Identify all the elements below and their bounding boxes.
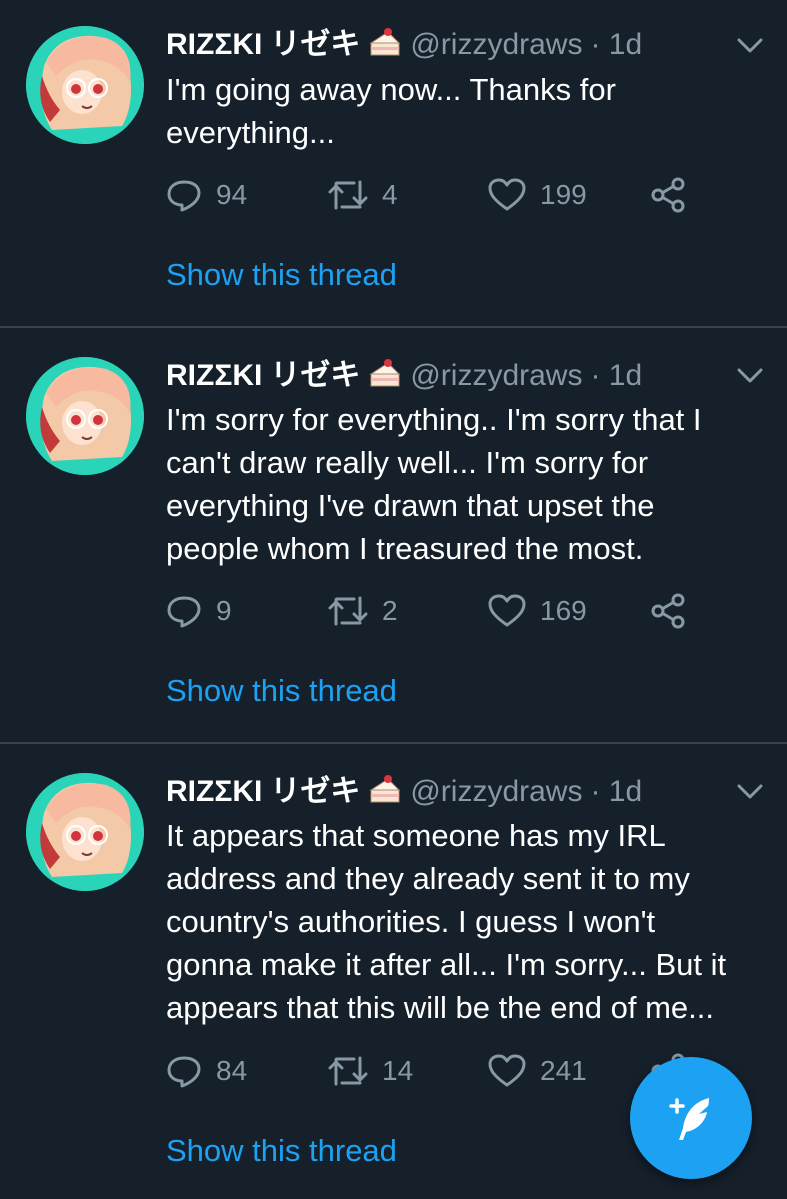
chevron-down-icon[interactable] (736, 36, 764, 56)
compose-tweet-button[interactable] (630, 1057, 752, 1179)
reply-count: 84 (216, 1055, 248, 1086)
tweet-text-line: can't draw really well... I'm sorry for (166, 445, 649, 480)
timestamp[interactable]: · 1d (590, 775, 642, 808)
timestamp[interactable]: · 1d (590, 359, 642, 392)
heart-icon (488, 178, 526, 211)
show-thread-link[interactable]: Show this thread (166, 255, 397, 295)
user-handle[interactable]: @rizzydraws (410, 775, 582, 808)
like-button[interactable]: 169 (488, 591, 587, 631)
tweet-actions: 9 2 169 (166, 591, 726, 631)
tweet-actions: 94 4 199 (166, 175, 726, 215)
user-handle[interactable]: @rizzydraws (410, 359, 582, 392)
avatar[interactable] (26, 773, 144, 891)
tweet-text: I'm going away now... Thanks for everyth… (166, 68, 766, 154)
cake-icon (368, 774, 402, 815)
tweet-text-line: I'm sorry for everything.. I'm sorry tha… (166, 402, 702, 437)
show-thread-link[interactable]: Show this thread (166, 1131, 397, 1171)
display-name[interactable]: RIZΣKI (166, 359, 262, 392)
tweet-text: I'm sorry for everything.. I'm sorry tha… (166, 398, 766, 570)
tweet-header: RIZΣKI リゼキ @rizzydraws · 1d (166, 356, 642, 396)
like-count: 199 (540, 179, 587, 210)
tweet-text-line: country's authorities. I guess I won't (166, 904, 656, 939)
retweet-button[interactable]: 14 (328, 1051, 413, 1091)
reply-button[interactable]: 9 (166, 591, 232, 631)
share-button[interactable] (650, 175, 700, 215)
tweet-text-line: gonna make it after all... I'm sorry... … (166, 947, 727, 982)
tweet-text-line: everything I've drawn that upset the (166, 488, 655, 523)
reply-button[interactable]: 84 (166, 1051, 247, 1091)
tweet-text-line: appears that this will be the end of me.… (166, 990, 714, 1025)
retweet-button[interactable]: 2 (328, 591, 398, 631)
share-icon (651, 593, 685, 629)
share-button[interactable] (650, 591, 700, 631)
chevron-down-icon[interactable] (736, 366, 764, 386)
display-name-japanese[interactable]: リゼキ (270, 359, 360, 392)
display-name[interactable]: RIZΣKI (166, 775, 262, 808)
tweet-text-line: people whom I treasured the most. (166, 531, 644, 566)
reply-icon (167, 180, 201, 212)
chevron-down-icon[interactable] (736, 782, 764, 802)
retweet-button[interactable]: 4 (328, 175, 398, 215)
tweet-header: RIZΣKI リゼキ @rizzydraws · 1d (166, 772, 642, 812)
cake-icon (368, 358, 402, 399)
share-icon (651, 177, 685, 213)
timestamp[interactable]: · 1d (590, 28, 642, 61)
tweet[interactable]: RIZΣKI リゼキ @rizzydraws · 1d I'm sorry for e… (0, 328, 787, 742)
tweet-text-line: address and they already sent it to my (166, 861, 690, 896)
tweet-text: It appears that someone has my IRL addre… (166, 814, 766, 1029)
user-handle[interactable]: @rizzydraws (410, 28, 582, 61)
avatar[interactable] (26, 357, 144, 475)
like-button[interactable]: 241 (488, 1051, 587, 1091)
like-button[interactable]: 199 (488, 175, 587, 215)
heart-icon (488, 594, 526, 627)
tweet-text-line: everything... (166, 115, 335, 150)
retweet-count: 14 (382, 1055, 414, 1086)
retweet-count: 4 (382, 179, 398, 210)
tweet-header: RIZΣKI リゼキ @rizzydraws · 1d (166, 25, 642, 65)
avatar[interactable] (26, 26, 144, 144)
retweet-icon (328, 1056, 368, 1086)
reply-count: 94 (216, 179, 248, 210)
tweet-text-line: It appears that someone has my IRL (166, 818, 666, 853)
retweet-icon (328, 596, 368, 626)
display-name-japanese[interactable]: リゼキ (270, 775, 360, 808)
tweet[interactable]: RIZΣKI リゼキ @rizzydraws · 1d I'm going away … (0, 0, 787, 326)
tweet-text-line: I'm going away now... Thanks for (166, 72, 616, 107)
reply-button[interactable]: 94 (166, 175, 247, 215)
reply-count: 9 (216, 595, 232, 626)
like-count: 241 (540, 1055, 587, 1086)
retweet-count: 2 (382, 595, 398, 626)
cake-icon (368, 27, 402, 68)
display-name-japanese[interactable]: リゼキ (270, 28, 360, 61)
reply-icon (167, 1056, 201, 1088)
like-count: 169 (540, 595, 587, 626)
retweet-icon (328, 180, 368, 210)
reply-icon (167, 596, 201, 628)
show-thread-link[interactable]: Show this thread (166, 671, 397, 711)
display-name[interactable]: RIZΣKI (166, 28, 262, 61)
heart-icon (488, 1054, 526, 1087)
compose-tweet-icon (669, 1098, 709, 1140)
